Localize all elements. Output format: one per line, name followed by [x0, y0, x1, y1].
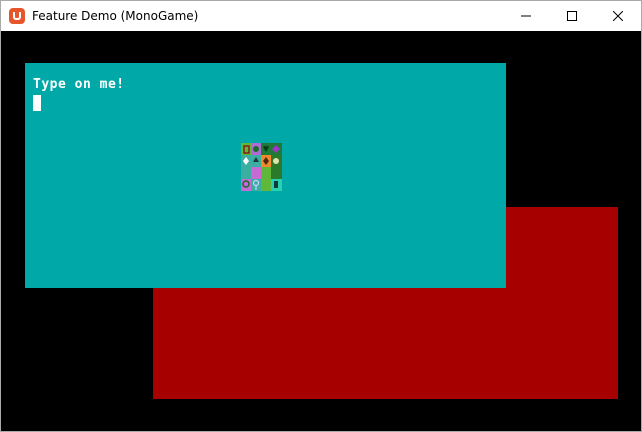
window-controls [503, 1, 641, 31]
maximize-icon [567, 11, 577, 21]
text-input-panel[interactable]: Type on me! [25, 63, 506, 288]
minimize-icon [521, 15, 531, 17]
title-bar[interactable]: Feature Demo (MonoGame) [1, 1, 641, 31]
close-icon [613, 11, 623, 21]
symbol-tileset-icon [241, 143, 282, 191]
text-cursor [33, 95, 41, 111]
close-button[interactable] [595, 1, 641, 31]
maximize-button[interactable] [549, 1, 595, 31]
prompt-text: Type on me! [33, 77, 125, 92]
window-title: Feature Demo (MonoGame) [32, 9, 199, 23]
app-window: Feature Demo (MonoGame) Type on me! [0, 0, 642, 432]
minimize-button[interactable] [503, 1, 549, 31]
game-canvas[interactable]: Type on me! [1, 31, 641, 431]
monogame-logo-icon [9, 8, 25, 24]
